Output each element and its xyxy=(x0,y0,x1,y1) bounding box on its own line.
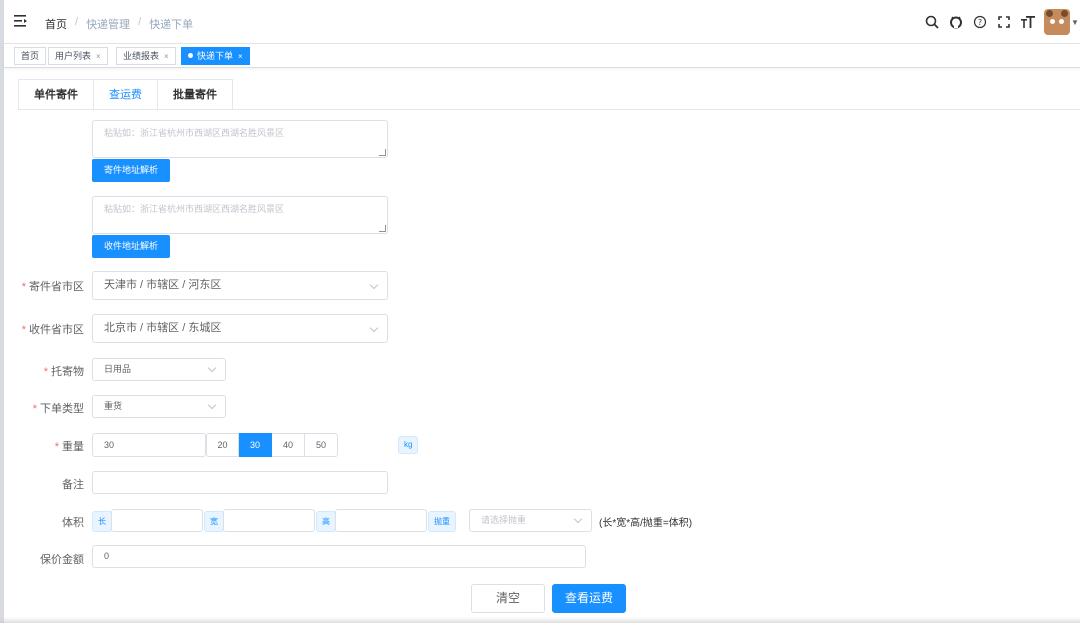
svg-text:?: ? xyxy=(978,18,982,27)
bottom-shadow xyxy=(0,617,1080,623)
breadcrumb-separator: / xyxy=(138,16,142,28)
weight-option-50[interactable]: 50 xyxy=(305,433,338,457)
font-size-icon[interactable] xyxy=(1016,10,1040,34)
receiver-address-textarea[interactable]: 粘贴如：浙江省杭州市西湖区西湖名胜风景区 xyxy=(92,196,388,234)
receiver-region-select[interactable]: 北京市 / 市辖区 / 东城区 xyxy=(92,314,388,343)
tab-batch-send[interactable]: 批量寄件 xyxy=(158,80,232,110)
tag-express-order[interactable]: 快递下单 × xyxy=(181,47,250,65)
sender-address-placeholder: 粘贴如：浙江省杭州市西湖区西湖名胜风景区 xyxy=(104,128,285,138)
goods-select[interactable]: 日用品 xyxy=(92,358,226,381)
chevron-down-icon xyxy=(369,280,379,290)
height-prefix: 高 xyxy=(316,511,336,532)
remark-input[interactable] xyxy=(92,471,388,494)
sender-region-select[interactable]: 天津市 / 市辖区 / 河东区 xyxy=(92,271,388,300)
length-prefix: 长 xyxy=(92,511,112,532)
close-icon[interactable]: × xyxy=(164,52,169,61)
fullscreen-icon[interactable] xyxy=(992,10,1016,34)
weight-input[interactable]: 30 xyxy=(92,433,206,457)
weight-option-30[interactable]: 30 xyxy=(239,433,272,457)
remark-label: 备注 xyxy=(62,479,84,491)
active-dot-icon xyxy=(188,53,193,58)
search-icon[interactable] xyxy=(920,10,944,34)
close-icon[interactable]: × xyxy=(96,52,101,61)
breadcrumb-home[interactable]: 首页 xyxy=(45,16,67,32)
weight-quick-select: 20 30 40 50 xyxy=(206,433,338,457)
volume-formula-hint: (长*宽*高/抛重=体积) xyxy=(599,518,693,529)
height-input[interactable] xyxy=(335,509,427,532)
avatar[interactable] xyxy=(1044,9,1070,35)
order-type-select[interactable]: 重货 xyxy=(92,395,226,418)
width-prefix: 宽 xyxy=(204,511,224,532)
chevron-down-icon xyxy=(207,363,217,373)
goods-label: * 托寄物 xyxy=(43,366,84,378)
tag-home[interactable]: 首页 xyxy=(14,47,47,65)
chevron-down-icon xyxy=(207,400,217,410)
tabs-divider xyxy=(18,109,1080,110)
chevron-down-icon xyxy=(369,323,379,333)
github-icon[interactable] xyxy=(944,10,968,34)
close-icon[interactable]: × xyxy=(238,52,243,61)
breadcrumb-current: 快递下单 xyxy=(149,19,194,31)
parse-receiver-address-button[interactable]: 收件地址解析 xyxy=(92,235,171,258)
tag-performance[interactable]: 业绩报表 × xyxy=(116,47,176,65)
insured-amount-label: 保价金额 xyxy=(40,554,84,566)
breadcrumb-separator: / xyxy=(75,16,79,28)
resize-handle-icon[interactable] xyxy=(379,149,386,156)
weight-label: * 重量 xyxy=(54,441,84,453)
help-icon[interactable]: ? xyxy=(968,10,992,34)
order-type-label: * 下单类型 xyxy=(32,403,84,415)
hamburger-icon[interactable] xyxy=(14,14,28,28)
throw-select[interactable]: 请选择抛重 xyxy=(469,509,592,532)
breadcrumb: 首页 / 快递管理 / 快递下单 xyxy=(45,16,193,32)
weight-option-20[interactable]: 20 xyxy=(206,433,239,457)
chevron-down-icon xyxy=(573,514,583,524)
weight-unit-tag: kg xyxy=(398,436,419,454)
width-input[interactable] xyxy=(223,509,315,532)
receiver-region-label: * 收件省市区 xyxy=(21,324,84,336)
insured-amount-input[interactable]: 0 xyxy=(92,545,586,568)
check-fee-button[interactable]: 查看运费 xyxy=(552,584,626,613)
right-menu: ? ▼ xyxy=(920,8,1080,36)
sender-address-textarea[interactable]: 粘贴如：浙江省杭州市西湖区西湖名胜风景区 xyxy=(92,120,388,158)
throw-prefix: 抛重 xyxy=(428,511,456,532)
weight-option-40[interactable]: 40 xyxy=(272,433,305,457)
tag-user-list[interactable]: 用户列表 × xyxy=(48,47,108,65)
navbar: 首页 / 快递管理 / 快递下单 ? ▼ xyxy=(4,0,1080,44)
resize-handle-icon[interactable] xyxy=(379,225,386,232)
parse-sender-address-button[interactable]: 寄件地址解析 xyxy=(92,159,171,182)
tab-check-fee[interactable]: 查运费 xyxy=(94,80,158,110)
receiver-address-placeholder: 粘贴如：浙江省杭州市西湖区西湖名胜风景区 xyxy=(104,204,285,214)
chevron-down-icon[interactable]: ▼ xyxy=(1070,10,1080,34)
tags-view: 首页 用户列表 × 业绩报表 × 快递下单 × xyxy=(4,44,1080,68)
length-input[interactable] xyxy=(111,509,203,532)
tab-single-send[interactable]: 单件寄件 xyxy=(19,80,94,110)
breadcrumb-express: 快递管理 xyxy=(86,19,131,31)
tabs: 单件寄件 查运费 批量寄件 xyxy=(18,79,233,110)
volume-label: 体积 xyxy=(62,517,84,529)
sender-region-label: * 寄件省市区 xyxy=(21,281,84,293)
clear-button[interactable]: 清空 xyxy=(471,584,545,613)
